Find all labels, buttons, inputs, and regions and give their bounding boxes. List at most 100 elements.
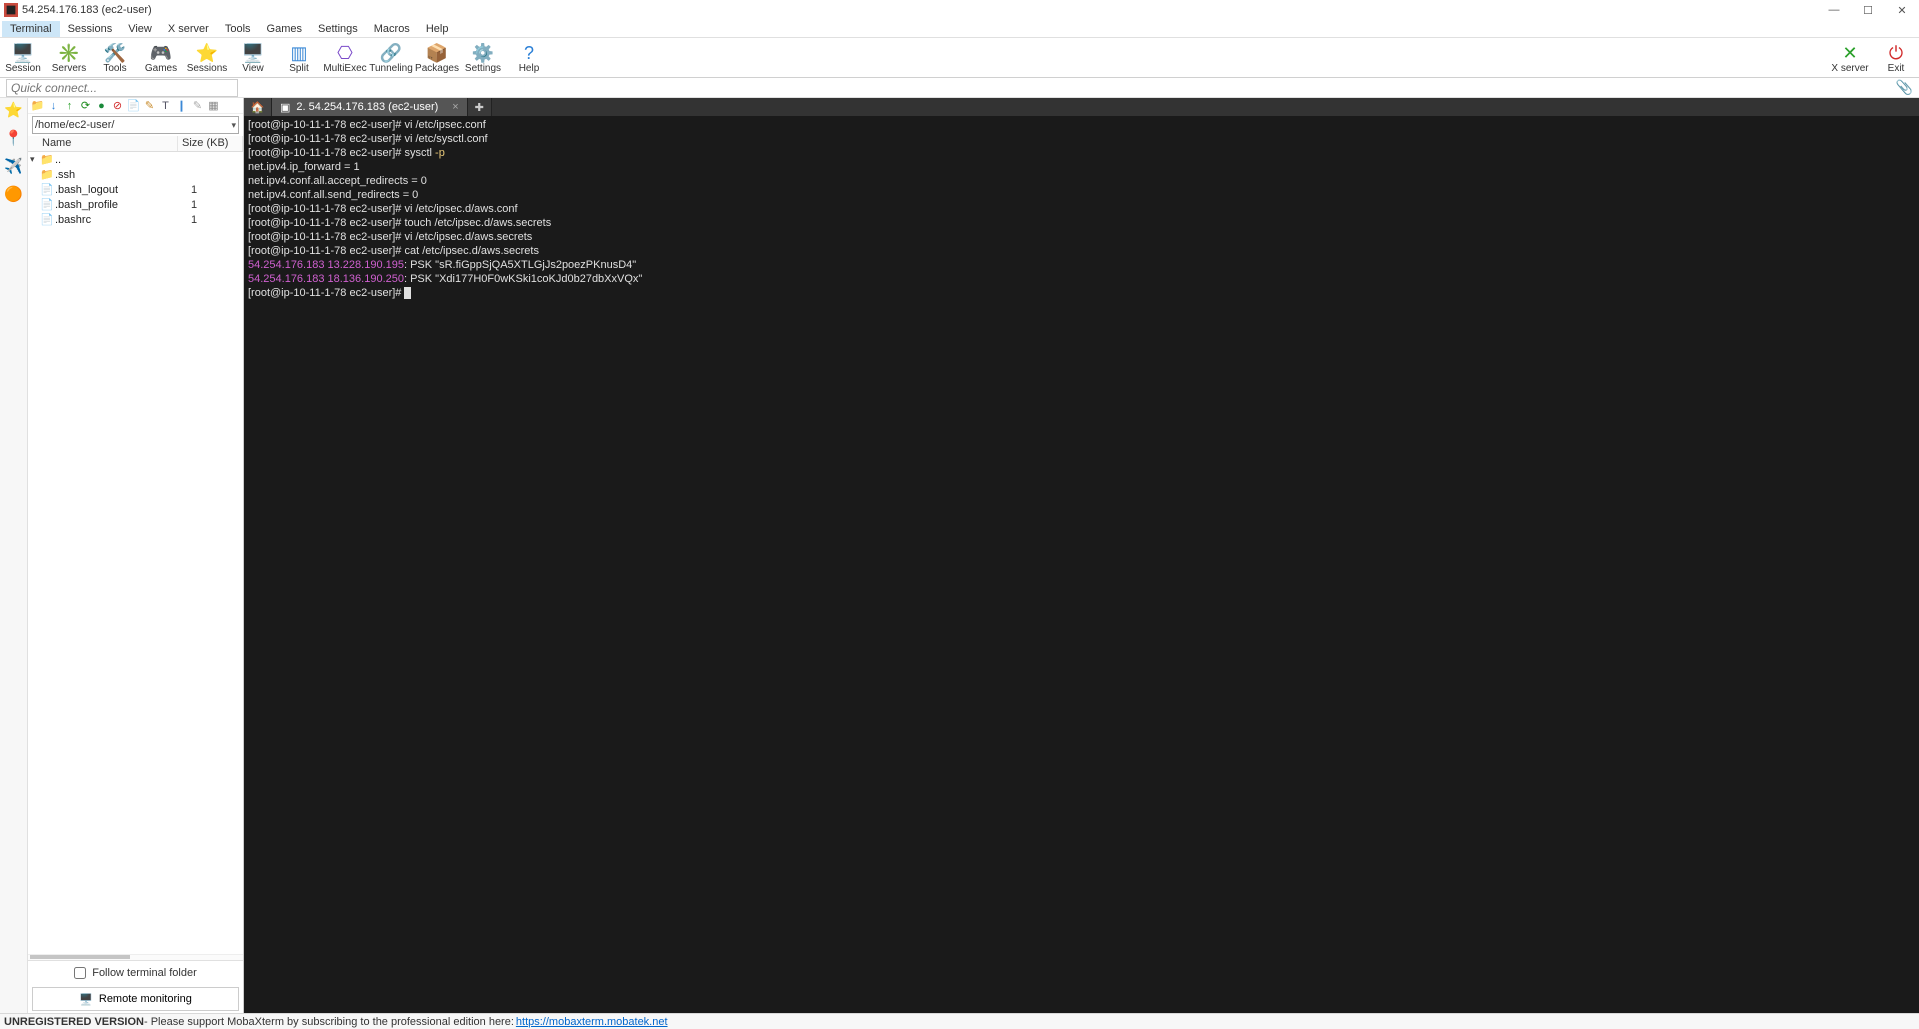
app-icon — [4, 3, 18, 17]
toolbar-tools[interactable]: 🛠️Tools — [92, 40, 138, 77]
tab-close-icon[interactable]: × — [452, 101, 458, 113]
follow-terminal-input[interactable] — [74, 967, 86, 979]
menu-help[interactable]: Help — [418, 21, 457, 37]
toolbar-multiexec[interactable]: ⎔MultiExec — [322, 40, 368, 77]
file-size: 1 — [174, 214, 214, 226]
sidebar-tool-6[interactable]: 📄 — [126, 99, 141, 113]
file-size: 1 — [174, 184, 214, 196]
window-title: 54.254.176.183 (ec2-user) — [22, 4, 1817, 16]
toolbar-label: Split — [289, 63, 308, 74]
status-link[interactable]: https://mobaxterm.mobatek.net — [516, 1016, 668, 1028]
follow-terminal-checkbox[interactable]: Follow terminal folder — [28, 961, 243, 985]
file-row[interactable]: ▾📁.. — [28, 152, 243, 167]
file-list-header[interactable]: Name Size (KB) — [28, 136, 243, 152]
sidebar-tool-4[interactable]: ● — [94, 99, 109, 113]
quick-connect-input[interactable] — [6, 79, 238, 97]
toolbar-label: Help — [519, 63, 540, 74]
file-size: 1 — [174, 199, 214, 211]
sidebar-tool-2[interactable]: ↑ — [62, 99, 77, 113]
toolbar-tunneling[interactable]: 🔗Tunneling — [368, 40, 414, 77]
toolbar-label: Session — [5, 63, 41, 74]
menu-games[interactable]: Games — [259, 21, 310, 37]
toolbar-sessions[interactable]: ⭐Sessions — [184, 40, 230, 77]
sidebar-tool-8[interactable]: T — [158, 99, 173, 113]
sidebar-footer: Follow terminal folder 🖥️ Remote monitor… — [28, 960, 243, 1013]
help-icon: ? — [524, 44, 534, 62]
toolbar-label: Servers — [52, 63, 86, 74]
packages-icon: 📦 — [426, 44, 448, 62]
toolbar-session[interactable]: 🖥️Session — [0, 40, 46, 77]
file-row[interactable]: 📄.bashrc1 — [28, 212, 243, 227]
sidebar-tool-3[interactable]: ⟳ — [78, 99, 93, 113]
menu-macros[interactable]: Macros — [366, 21, 418, 37]
leftbar-icon-1[interactable]: 📍 — [4, 128, 24, 148]
file-row[interactable]: 📁.ssh — [28, 167, 243, 182]
toolbar-exit[interactable]: ⏻Exit — [1873, 40, 1919, 77]
terminal-tabbar: 🏠 ▣ 2. 54.254.176.183 (ec2-user) × ✚ — [244, 98, 1919, 116]
tab-new[interactable]: ✚ — [468, 98, 492, 116]
toolbar-x-server[interactable]: ✕X server — [1827, 40, 1873, 77]
games-icon: 🎮 — [150, 44, 172, 62]
terminal-output[interactable]: [root@ip-10-11-1-78 ec2-user]# vi /etc/i… — [244, 116, 1919, 1013]
tab-session-active[interactable]: ▣ 2. 54.254.176.183 (ec2-user) × — [272, 98, 468, 116]
sidebar-tool-11[interactable]: ▦ — [206, 99, 221, 113]
toolbar-settings[interactable]: ⚙️Settings — [460, 40, 506, 77]
sidebar-tool-9[interactable]: ❙ — [174, 99, 189, 113]
toolbar-servers[interactable]: ✳️Servers — [46, 40, 92, 77]
menu-view[interactable]: View — [120, 21, 160, 37]
folder-icon: 📁 — [40, 153, 54, 166]
close-button[interactable]: ✕ — [1885, 0, 1919, 20]
tab-label: 2. 54.254.176.183 (ec2-user) — [296, 101, 438, 113]
sidebar-tool-10[interactable]: ✎ — [190, 99, 205, 113]
menu-settings[interactable]: Settings — [310, 21, 366, 37]
sidebar-tool-5[interactable]: ⊘ — [110, 99, 125, 113]
file-row[interactable]: 📄.bash_logout1 — [28, 182, 243, 197]
path-text: /home/ec2-user/ — [35, 119, 231, 131]
split-icon: ▥ — [290, 44, 307, 62]
toolbar-games[interactable]: 🎮Games — [138, 40, 184, 77]
menu-sessions[interactable]: Sessions — [60, 21, 121, 37]
menu-tools[interactable]: Tools — [217, 21, 259, 37]
leftbar-icon-3[interactable]: 🟠 — [4, 184, 24, 204]
file-name: .ssh — [54, 169, 174, 181]
leftbar-icon-2[interactable]: ✈️ — [4, 156, 24, 176]
sidebar-tool-0[interactable]: 📁 — [30, 99, 45, 113]
leftbar-icon-0[interactable]: ⭐ — [4, 100, 24, 120]
menubar: TerminalSessionsViewX serverToolsGamesSe… — [0, 20, 1919, 38]
minimize-button[interactable]: — — [1817, 0, 1851, 20]
toolbar-label: Settings — [465, 63, 501, 74]
maximize-button[interactable]: ☐ — [1851, 0, 1885, 20]
tab-home[interactable]: 🏠 — [244, 98, 272, 116]
file-icon: 📄 — [40, 198, 54, 211]
toolbar-packages[interactable]: 📦Packages — [414, 40, 460, 77]
menu-terminal[interactable]: Terminal — [2, 21, 60, 37]
toolbar-label: MultiExec — [323, 63, 366, 74]
toolbar-split[interactable]: ▥Split — [276, 40, 322, 77]
toolbar-label: Games — [145, 63, 177, 74]
file-name: .bashrc — [54, 214, 174, 226]
col-name[interactable]: Name — [38, 136, 178, 151]
exit-icon: ⏻ — [1889, 44, 1903, 62]
settings-icon: ⚙️ — [472, 44, 494, 62]
file-name: .bash_logout — [54, 184, 174, 196]
main-area: ⭐📍✈️🟠 📁↓↑⟳●⊘📄✎T❙✎▦ /home/ec2-user/ ▾ Nam… — [0, 98, 1919, 1013]
sidebar-tool-1[interactable]: ↓ — [46, 99, 61, 113]
toolbar-view[interactable]: 🖥️View — [230, 40, 276, 77]
main-toolbar: 🖥️Session✳️Servers🛠️Tools🎮Games⭐Sessions… — [0, 38, 1919, 78]
sidebar-toolbar: 📁↓↑⟳●⊘📄✎T❙✎▦ — [28, 98, 243, 114]
file-row[interactable]: 📄.bash_profile1 — [28, 197, 243, 212]
col-size[interactable]: Size (KB) — [178, 136, 243, 151]
window-controls: — ☐ ✕ — [1817, 0, 1919, 20]
terminal-panel: 🏠 ▣ 2. 54.254.176.183 (ec2-user) × ✚ [ro… — [244, 98, 1919, 1013]
sftp-sidebar: 📁↓↑⟳●⊘📄✎T❙✎▦ /home/ec2-user/ ▾ Name Size… — [28, 98, 244, 1013]
sidebar-tool-7[interactable]: ✎ — [142, 99, 157, 113]
follow-terminal-label: Follow terminal folder — [92, 967, 197, 979]
toolbar-help[interactable]: ?Help — [506, 40, 552, 77]
statusbar: UNREGISTERED VERSION - Please support Mo… — [0, 1013, 1919, 1029]
terminal-icon: ▣ — [280, 101, 290, 114]
chevron-down-icon[interactable]: ▾ — [231, 120, 236, 131]
paperclip-icon[interactable]: 📎 — [1896, 79, 1913, 96]
path-selector[interactable]: /home/ec2-user/ ▾ — [32, 116, 239, 134]
menu-x-server[interactable]: X server — [160, 21, 217, 37]
remote-monitoring-button[interactable]: 🖥️ Remote monitoring — [32, 987, 239, 1011]
